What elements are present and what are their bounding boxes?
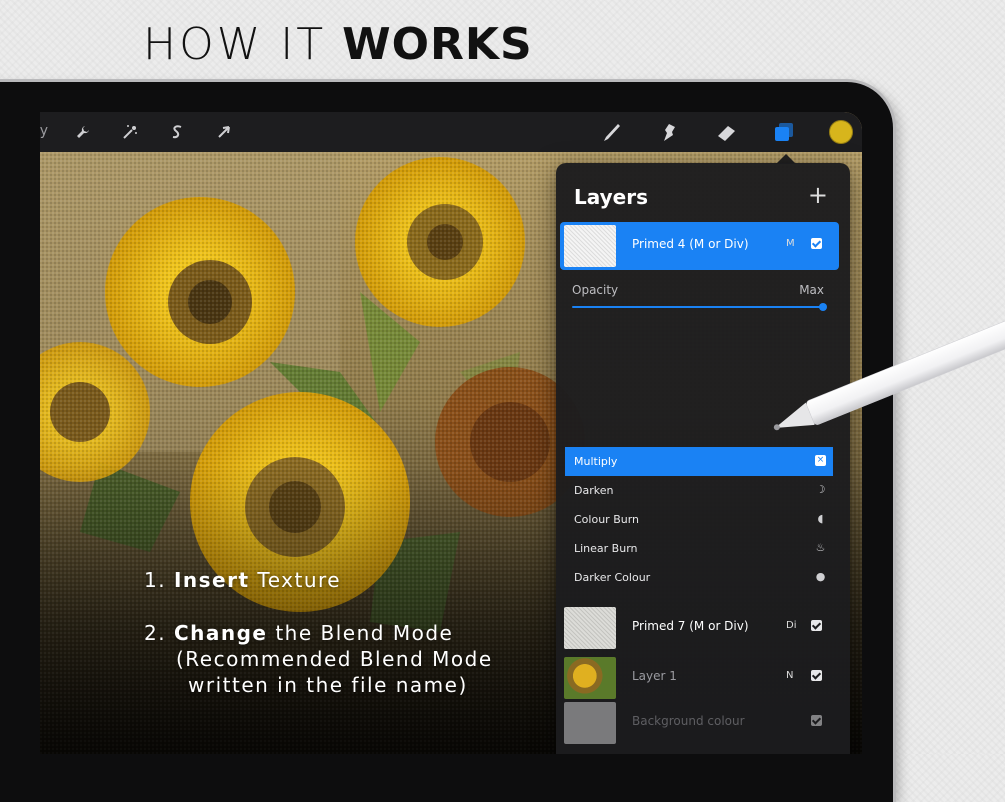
apple-pencil-image [773, 305, 1005, 431]
